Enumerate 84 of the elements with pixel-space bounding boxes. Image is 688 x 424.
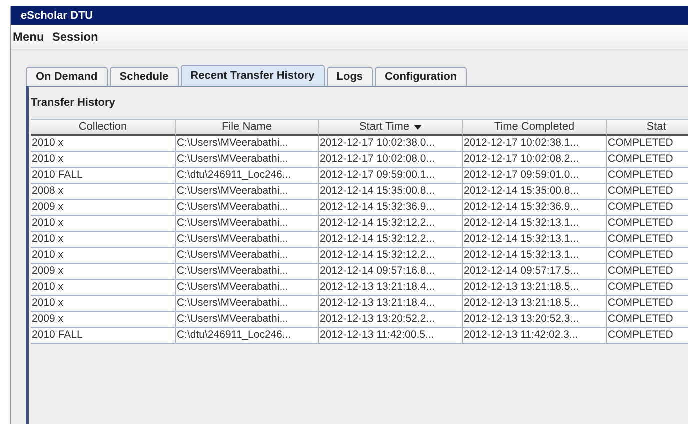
table-cell: 2012-12-17 10:02:38.0... — [319, 136, 463, 152]
table-cell: 2012-12-14 15:32:36.9... — [319, 200, 463, 216]
column-header[interactable]: Collection — [31, 119, 176, 136]
table-cell: 2012-12-14 09:57:16.8... — [319, 264, 463, 280]
menu-item[interactable]: Session — [52, 30, 98, 44]
table-cell: COMPLETED — [607, 280, 688, 296]
column-header-label: File Name — [222, 121, 272, 133]
table-cell: 2012-12-14 15:32:36.9... — [463, 200, 607, 216]
table-cell: 2009 x — [31, 264, 176, 280]
table-cell: COMPLETED — [607, 264, 688, 280]
table-cell: C:\Users\MVeerabathi... — [176, 296, 319, 312]
column-header[interactable]: Stat — [607, 119, 688, 136]
column-header[interactable]: File Name — [176, 119, 319, 136]
table-cell: 2010 FALL — [31, 328, 176, 344]
window-title: eScholar DTU — [11, 6, 688, 25]
table-cell: 2012-12-14 15:35:00.8... — [463, 184, 607, 200]
table-cell: 2010 x — [31, 280, 176, 296]
table-cell: 2012-12-14 15:32:13.1... — [463, 248, 607, 264]
table-cell: 2010 x — [31, 296, 176, 312]
table-cell: 2012-12-14 15:32:13.1... — [463, 216, 607, 232]
table-cell: 2012-12-13 11:42:00.5... — [319, 328, 463, 344]
tab[interactable]: Schedule — [110, 67, 179, 86]
table-cell: 2012-12-13 11:42:02.3... — [463, 328, 607, 344]
table-cell: COMPLETED — [607, 296, 688, 312]
table-cell: COMPLETED — [607, 232, 688, 248]
table-cell: 2010 x — [31, 248, 176, 264]
tab[interactable]: On Demand — [26, 67, 108, 86]
table-cell: C:\Users\MVeerabathi... — [176, 312, 319, 328]
table-cell: 2010 x — [31, 232, 176, 248]
table-cell: 2012-12-14 15:32:12.2... — [319, 232, 463, 248]
table-cell: 2012-12-14 15:32:12.2... — [319, 216, 463, 232]
table-cell: 2012-12-13 13:21:18.4... — [319, 296, 463, 312]
table-cell: 2010 x — [31, 136, 176, 152]
table-cell: C:\dtu\246911_Loc246... — [176, 328, 319, 344]
table-cell: C:\Users\MVeerabathi... — [176, 200, 319, 216]
table-cell: 2012-12-13 13:21:18.5... — [463, 280, 607, 296]
panel-title: Transfer History — [31, 96, 116, 111]
table-cell: C:\Users\MVeerabathi... — [176, 264, 319, 280]
table-cell: 2012-12-14 15:35:00.8... — [319, 184, 463, 200]
table-cell: COMPLETED — [607, 136, 688, 152]
table-cell: 2012-12-17 09:59:01.0... — [463, 168, 607, 184]
table-cell: 2009 x — [31, 200, 176, 216]
table-cell: 2012-12-14 09:57:17.5... — [463, 264, 607, 280]
table-cell: COMPLETED — [607, 168, 688, 184]
column-header-label: Collection — [78, 121, 128, 133]
column-header[interactable]: Start Time — [319, 119, 463, 136]
table-cell: 2012-12-17 09:59:00.1... — [319, 168, 463, 184]
table-cell: 2012-12-17 10:02:38.1... — [463, 136, 607, 152]
table-cell: C:\dtu\246911_Loc246... — [176, 168, 319, 184]
table-cell: COMPLETED — [607, 328, 688, 344]
table-cell: 2012-12-14 15:32:12.2... — [319, 248, 463, 264]
table-cell: 2010 x — [31, 216, 176, 232]
table-cell: COMPLETED — [607, 216, 688, 232]
table-cell: 2012-12-13 13:20:52.2... — [319, 312, 463, 328]
table-cell: C:\Users\MVeerabathi... — [176, 280, 319, 296]
table-cell: 2012-12-17 10:02:08.2... — [463, 152, 607, 168]
tab[interactable]: Logs — [326, 67, 374, 86]
table-cell: C:\Users\MVeerabathi... — [176, 232, 319, 248]
table-cell: 2012-12-14 15:32:13.1... — [463, 232, 607, 248]
table-cell: 2012-12-13 13:20:52.3... — [463, 312, 607, 328]
table-cell: C:\Users\MVeerabathi... — [176, 136, 319, 152]
column-header-label: Time Completed — [494, 121, 575, 133]
table-cell: 2012-12-17 10:02:08.0... — [319, 152, 463, 168]
table-cell: COMPLETED — [607, 200, 688, 216]
table-cell: COMPLETED — [607, 184, 688, 200]
table-cell: 2008 x — [31, 184, 176, 200]
table-cell: COMPLETED — [607, 152, 688, 168]
menu-item[interactable]: Menu — [13, 30, 44, 44]
table-cell: C:\Users\MVeerabathi... — [176, 248, 319, 264]
column-header-label: Stat — [646, 121, 666, 133]
table-cell: C:\Users\MVeerabathi... — [176, 216, 319, 232]
table-cell: 2010 FALL — [31, 168, 176, 184]
table-cell: 2012-12-13 13:21:18.5... — [463, 296, 607, 312]
table-cell: COMPLETED — [607, 248, 688, 264]
table-cell: 2009 x — [31, 312, 176, 328]
table-cell: 2010 x — [31, 152, 176, 168]
tab[interactable]: Configuration — [375, 67, 468, 86]
table-cell: 2012-12-13 13:21:18.4... — [319, 280, 463, 296]
table-cell: C:\Users\MVeerabathi... — [176, 184, 319, 200]
table-cell: C:\Users\MVeerabathi... — [176, 152, 319, 168]
table-cell: COMPLETED — [607, 312, 688, 328]
column-header-label: Start Time — [359, 121, 410, 133]
column-header[interactable]: Time Completed — [463, 119, 607, 136]
tab[interactable]: Recent Transfer History — [180, 65, 325, 86]
